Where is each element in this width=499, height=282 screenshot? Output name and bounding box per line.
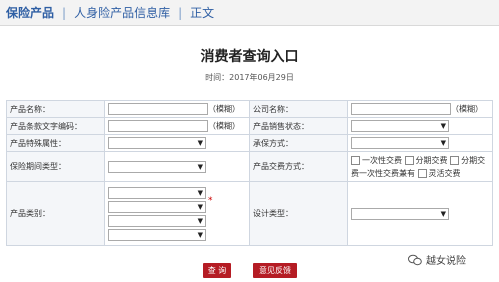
- period-type-select[interactable]: ▼: [108, 160, 206, 173]
- product-name-input[interactable]: [108, 103, 208, 115]
- special-attr-label: 产品特殊属性：: [6, 134, 105, 152]
- chevron-down-icon: ▼: [440, 122, 446, 130]
- category-select-4[interactable]: ▼: [108, 228, 206, 241]
- required-mark: *: [208, 196, 213, 206]
- checkbox-flexible[interactable]: [417, 168, 427, 178]
- fuzzy-hint: （模糊）: [451, 104, 483, 114]
- query-button[interactable]: 查 询: [203, 263, 231, 278]
- company-name-label: 公司名称：: [249, 100, 348, 118]
- watermark: 越女说险: [408, 252, 466, 267]
- nav-separator: |: [178, 5, 183, 20]
- checkbox-lump-sum[interactable]: [351, 155, 360, 165]
- watermark-text: 越女说险: [426, 256, 466, 267]
- chevron-down-icon: ▼: [197, 230, 203, 239]
- nav-insurance-products[interactable]: 保险产品: [6, 4, 54, 21]
- clause-code-label: 产品条款文字编码：: [6, 117, 105, 135]
- option-lump-sum: 一次性交费: [362, 155, 402, 165]
- sale-status-label: 产品销售状态：: [249, 117, 348, 135]
- design-label: 设计类型：: [249, 181, 348, 246]
- chevron-down-icon: ▼: [197, 216, 203, 225]
- nav-life-products-library[interactable]: 人身险产品信息库: [74, 4, 170, 21]
- company-name-input[interactable]: [351, 103, 451, 115]
- category-select-3[interactable]: ▼: [108, 214, 206, 227]
- fuzzy-hint: （模糊）: [208, 104, 240, 114]
- chevron-down-icon: ▼: [440, 139, 446, 147]
- chevron-down-icon: ▼: [197, 188, 203, 197]
- checkbox-installment[interactable]: [404, 155, 414, 165]
- query-form: 产品名称： （模糊） 公司名称： （模糊） 产品条款文字编码： （模糊） 产品销…: [6, 100, 493, 246]
- period-type-label: 保险期间类型：: [6, 151, 105, 182]
- option-flexible: 灵活交费: [428, 168, 461, 178]
- product-name-label: 产品名称：: [6, 100, 105, 118]
- special-attr-select[interactable]: ▼: [108, 137, 206, 149]
- category-label: 产品类别：: [6, 181, 105, 246]
- chevron-down-icon: ▼: [197, 162, 203, 171]
- page-title: 消费者查询入口: [200, 49, 299, 65]
- checkbox-both[interactable]: [450, 155, 460, 165]
- clause-code-input[interactable]: [108, 120, 208, 132]
- underwrite-select[interactable]: ▼: [351, 137, 449, 149]
- underwrite-label: 承保方式：: [249, 134, 348, 152]
- payment-label: 产品交费方式：: [249, 151, 348, 182]
- category-select-2[interactable]: ▼: [108, 200, 206, 213]
- design-select[interactable]: ▼: [351, 207, 449, 220]
- nav-body[interactable]: 正文: [190, 4, 214, 21]
- category-select-1[interactable]: ▼: [108, 186, 206, 199]
- top-nav: 保险产品 | 人身险产品信息库 | 正文: [0, 0, 499, 26]
- chevron-down-icon: ▼: [440, 209, 446, 218]
- wechat-icon: [408, 254, 422, 265]
- chevron-down-icon: ▼: [197, 202, 203, 211]
- nav-separator: |: [62, 5, 67, 20]
- publish-time: 时间：2017年06月29日: [205, 73, 294, 82]
- fuzzy-hint: （模糊）: [208, 121, 240, 131]
- option-installment: 分期交费: [415, 155, 448, 165]
- sale-status-select[interactable]: ▼: [351, 120, 449, 132]
- feedback-button[interactable]: 意见反馈: [253, 263, 297, 278]
- chevron-down-icon: ▼: [197, 139, 203, 147]
- payment-options: 一次性交费 分期交费 分期交费一次性交费兼有 灵活交费: [347, 151, 493, 182]
